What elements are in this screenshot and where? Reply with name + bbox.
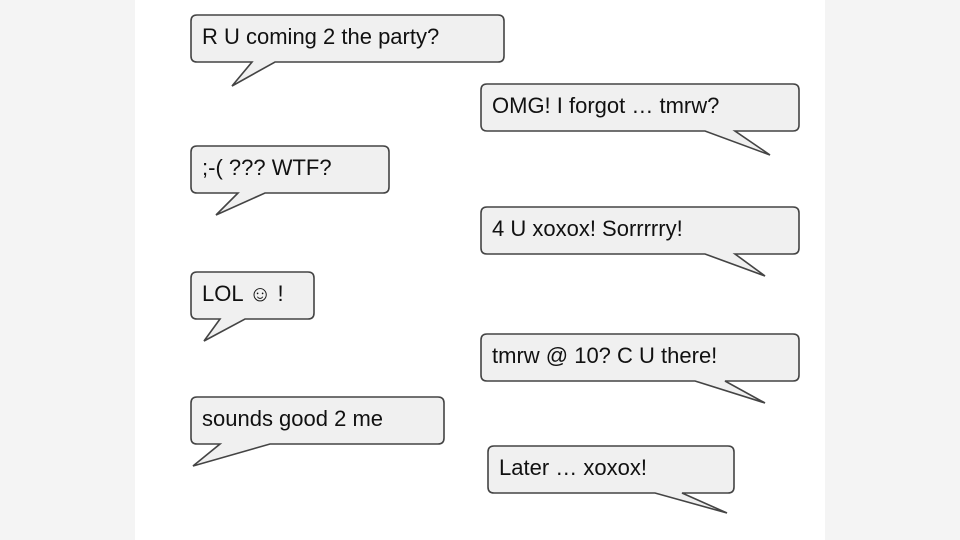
message-text: 4 U xoxox! Sorrrrry! xyxy=(492,216,683,241)
message-text: R U coming 2 the party? xyxy=(202,24,440,49)
speech-bubble-right: 4 U xoxox! Sorrrrry! xyxy=(480,206,800,277)
speech-bubble-right: OMG! I forgot … tmrw? xyxy=(480,83,800,156)
message-text: LOL ☺ ! xyxy=(202,281,284,306)
message-text: Later … xoxox! xyxy=(499,455,647,480)
speech-bubble-right: Later … xoxox! xyxy=(487,445,735,514)
speech-bubble-right: tmrw @ 10? C U there! xyxy=(480,333,800,404)
speech-bubble-left: sounds good 2 me xyxy=(190,396,445,467)
speech-bubble-left: LOL ☺ ! xyxy=(190,271,315,342)
message-text: sounds good 2 me xyxy=(202,406,384,431)
right-margin xyxy=(825,0,960,540)
speech-bubble-left: ;-( ??? WTF? xyxy=(190,145,390,216)
message-text: OMG! I forgot … tmrw? xyxy=(492,93,720,118)
speech-bubble-left: R U coming 2 the party? xyxy=(190,14,505,87)
message-text: ;-( ??? WTF? xyxy=(202,155,332,180)
left-margin xyxy=(0,0,135,540)
message-text: tmrw @ 10? C U there! xyxy=(492,343,718,368)
